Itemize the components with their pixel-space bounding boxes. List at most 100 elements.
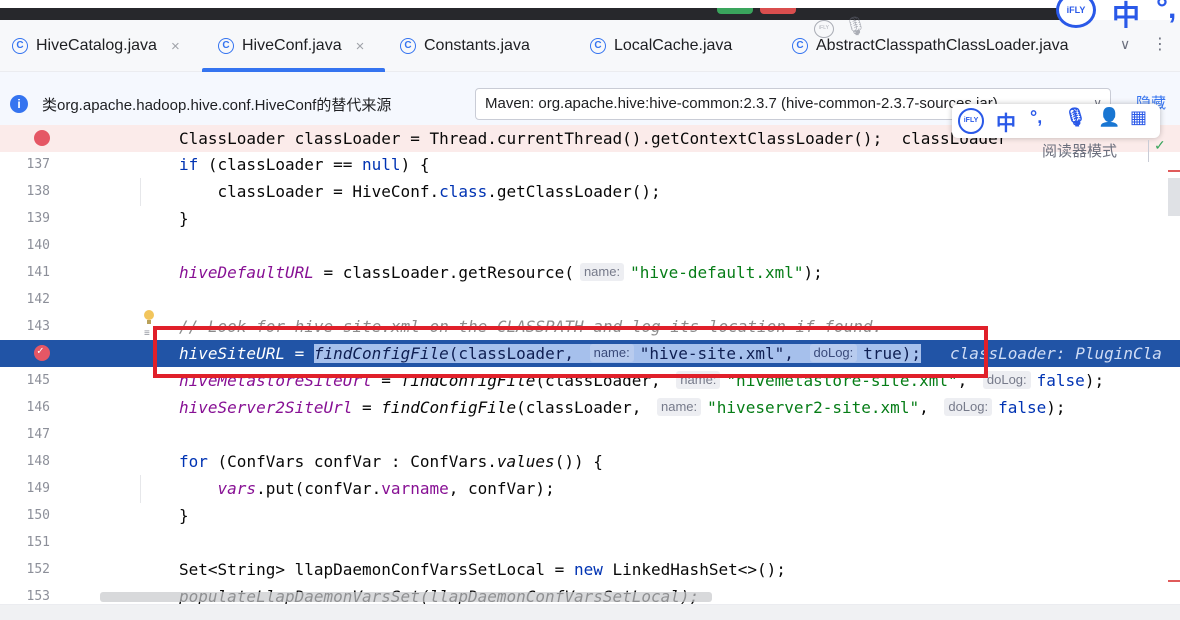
line-number: 139 bbox=[26, 211, 50, 226]
bool-literal: false bbox=[998, 398, 1047, 417]
close-icon[interactable]: × bbox=[171, 38, 180, 55]
microphone-icon[interactable]: 🎙 bbox=[1064, 107, 1087, 128]
class-icon: C bbox=[12, 38, 28, 54]
fold-marker-icon[interactable]: ≡ bbox=[144, 328, 150, 339]
error-marker[interactable] bbox=[1168, 170, 1180, 172]
code-line[interactable]: 139 } bbox=[0, 205, 1180, 232]
reader-mode-button[interactable]: 阅读器模式 ✓ bbox=[1042, 138, 1166, 164]
lightbulb-glass bbox=[144, 310, 154, 320]
code-text: hiveDefaultURL = classLoader.getResource… bbox=[179, 263, 823, 282]
horizontal-scrollbar[interactable] bbox=[100, 592, 712, 602]
code-line[interactable]: 138 classLoader = HiveConf.class.getClas… bbox=[0, 178, 1180, 205]
ifly-floating-toolbar-top[interactable]: iFLY 中 °, bbox=[1052, 0, 1180, 31]
line-number: 137 bbox=[26, 157, 50, 172]
line-number: 146 bbox=[26, 400, 50, 415]
error-marker[interactable] bbox=[1168, 580, 1180, 582]
window-top-strip bbox=[0, 0, 1180, 20]
line-number: 140 bbox=[26, 238, 50, 253]
line-number: 143 bbox=[26, 319, 50, 334]
code-line[interactable]: 150 } bbox=[0, 502, 1180, 529]
code-text: Set<String> llapDaemonConfVarsSetLocal =… bbox=[179, 560, 786, 579]
status-bar bbox=[0, 604, 1180, 620]
param-hint: doLog: bbox=[982, 371, 1031, 389]
string-literal: "hive-default.xml" bbox=[630, 263, 804, 282]
code-line[interactable]: 152 Set<String> llapDaemonConfVarsSetLoc… bbox=[0, 556, 1180, 583]
param-hint: name: bbox=[579, 263, 625, 281]
punctuation-toggle[interactable]: °, bbox=[1156, 0, 1176, 26]
code-text: } bbox=[179, 506, 189, 525]
code-text: if (classLoader == null) { bbox=[179, 155, 430, 174]
line-number: 150 bbox=[26, 508, 50, 523]
code-line[interactable]: 137 if (classLoader == null) { bbox=[0, 151, 1180, 178]
code-text: hiveServer2SiteUrl = findConfigFile(clas… bbox=[179, 398, 1066, 417]
string-literal: "hiveserver2-site.xml" bbox=[707, 398, 920, 417]
code-line[interactable]: 147 bbox=[0, 421, 1180, 448]
source-select-value: Maven: org.apache.hive:hive-common:2.3.7… bbox=[485, 95, 998, 112]
param-hint: name: bbox=[657, 398, 702, 416]
tab-hivecatalog[interactable]: C HiveCatalog.java × bbox=[12, 20, 180, 72]
code-line[interactable]: 151 bbox=[0, 529, 1180, 556]
close-icon[interactable]: × bbox=[356, 38, 365, 55]
code-line[interactable]: 141 hiveDefaultURL = classLoader.getReso… bbox=[0, 259, 1180, 286]
param-hint: doLog: bbox=[944, 398, 993, 416]
user-icon[interactable]: 👤 bbox=[1098, 107, 1120, 128]
grid-menu-icon[interactable]: ▦ bbox=[1130, 107, 1147, 128]
line-number: 145 bbox=[26, 373, 50, 388]
line-number: 138 bbox=[26, 184, 50, 199]
ifly-mini-toolbar[interactable]: iFLY 🎙 bbox=[800, 16, 890, 42]
scrollbar-thumb[interactable] bbox=[1168, 178, 1180, 216]
line-number: 151 bbox=[26, 535, 50, 550]
code-line[interactable]: 142 bbox=[0, 286, 1180, 313]
line-number: 142 bbox=[26, 292, 50, 307]
code-text: vars.put(confVar.varname, confVar); bbox=[217, 479, 555, 498]
code-line[interactable]: 146 hiveServer2SiteUrl = findConfigFile(… bbox=[0, 394, 1180, 421]
line-number: 148 bbox=[26, 454, 50, 469]
banner-message: 类org.apache.hadoop.hive.conf.HiveConf的替代… bbox=[42, 97, 392, 114]
run-indicator bbox=[717, 8, 753, 14]
lightbulb-icon[interactable] bbox=[144, 310, 154, 324]
tab-localcache[interactable]: C LocalCache.java bbox=[590, 20, 732, 72]
class-icon: C bbox=[590, 38, 606, 54]
line-number: 152 bbox=[26, 562, 50, 577]
class-icon: C bbox=[218, 38, 234, 54]
punctuation-toggle[interactable]: °, bbox=[1030, 107, 1042, 128]
code-content: ClassLoader classLoader = Thread.current… bbox=[179, 129, 1008, 148]
highlight-annotation-box bbox=[153, 326, 988, 378]
code-line[interactable]: 149 vars.put(confVar.varname, confVar); bbox=[0, 475, 1180, 502]
microphone-icon[interactable]: 🎙 bbox=[844, 16, 867, 37]
ifly-input-toolbar: iFLY 中 °, 🎙 👤 ▦ bbox=[952, 104, 1160, 138]
tab-label: HiveConf.java bbox=[242, 37, 342, 54]
code-text: classLoader = HiveConf.class.getClassLoa… bbox=[179, 182, 661, 201]
tab-label: HiveCatalog.java bbox=[36, 37, 157, 54]
info-icon: i bbox=[10, 95, 28, 113]
ifly-logo-icon[interactable]: iFLY bbox=[1056, 0, 1096, 28]
bool-literal: false bbox=[1036, 371, 1085, 390]
tab-label: Constants.java bbox=[424, 37, 530, 54]
class-icon: C bbox=[400, 38, 416, 54]
tab-label: LocalCache.java bbox=[614, 37, 733, 54]
chinese-mode-toggle[interactable]: 中 bbox=[1112, 0, 1140, 34]
more-vertical-icon[interactable]: ⋮ bbox=[1152, 34, 1168, 54]
ifly-logo-icon: iFLY bbox=[814, 20, 834, 38]
code-line[interactable]: 140 bbox=[0, 232, 1180, 259]
title-bar bbox=[0, 8, 1060, 20]
code-text: } bbox=[179, 209, 189, 228]
chevron-down-icon[interactable]: ∨ bbox=[1120, 36, 1130, 53]
breakpoint-icon[interactable] bbox=[34, 130, 50, 146]
tab-hiveconf[interactable]: C HiveConf.java × bbox=[202, 20, 385, 72]
code-line[interactable]: 148 for (ConfVars confVar : ConfVars.val… bbox=[0, 448, 1180, 475]
lightbulb-base bbox=[147, 320, 151, 324]
ifly-logo-icon[interactable]: iFLY bbox=[958, 108, 984, 134]
stop-indicator bbox=[760, 8, 796, 14]
reader-mode-label: 阅读器模式 bbox=[1042, 142, 1118, 160]
editor-tab-bar: C HiveCatalog.java × C HiveConf.java × C… bbox=[0, 20, 1180, 72]
chinese-mode-toggle[interactable]: 中 bbox=[996, 107, 1016, 136]
code-text: for (ConfVars confVar : ConfVars.values(… bbox=[179, 452, 603, 471]
divider bbox=[1148, 140, 1149, 162]
breakpoint-icon[interactable]: ✓ bbox=[34, 344, 50, 361]
tab-constants[interactable]: C Constants.java bbox=[400, 20, 530, 72]
line-number: 149 bbox=[26, 481, 50, 496]
line-number: 147 bbox=[26, 427, 50, 442]
check-icon: ✓ bbox=[1154, 138, 1166, 154]
line-number: 141 bbox=[26, 265, 50, 280]
